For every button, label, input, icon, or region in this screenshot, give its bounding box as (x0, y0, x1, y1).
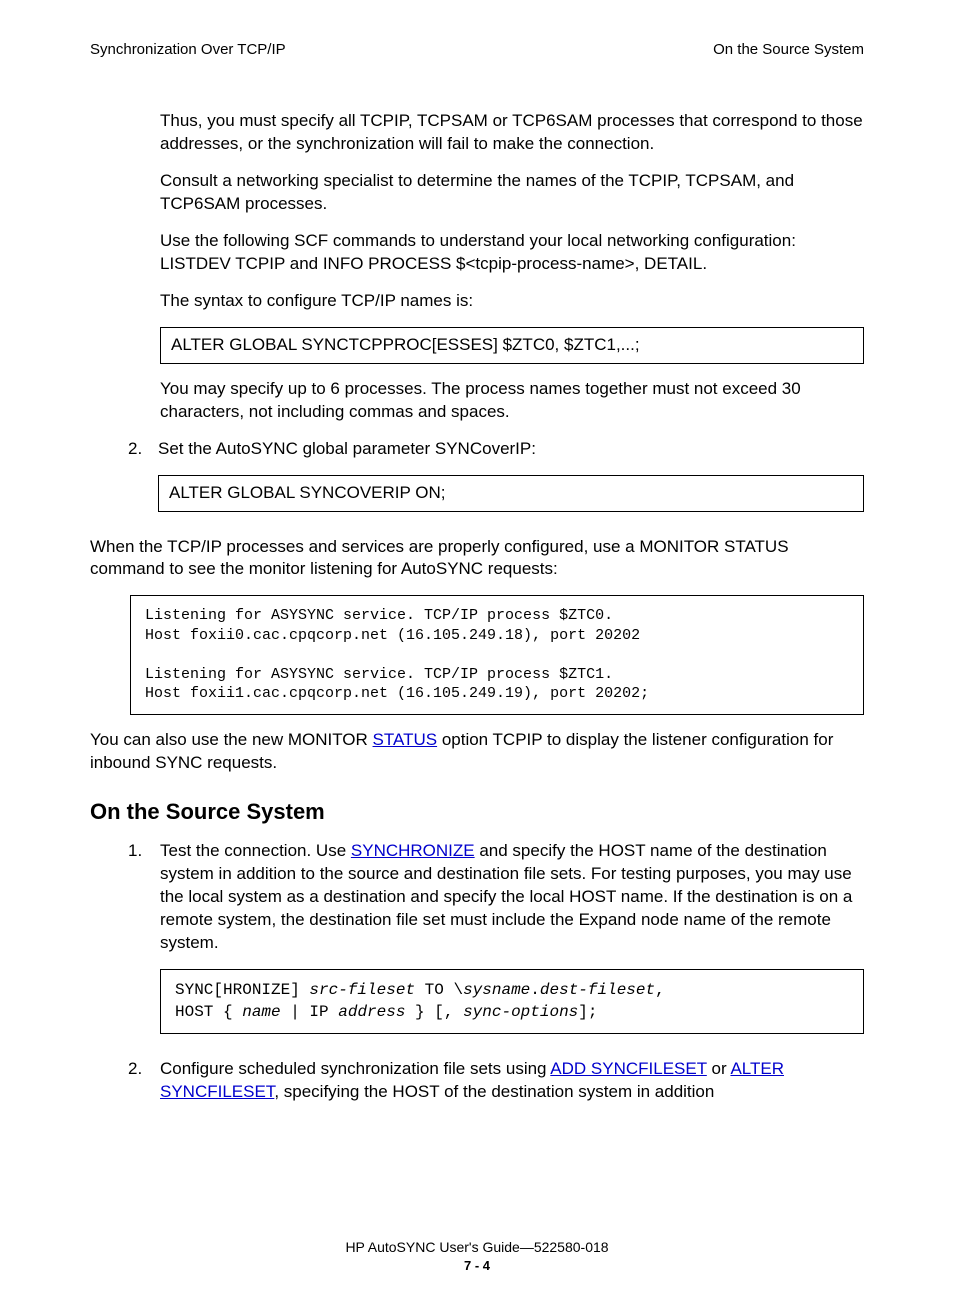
paragraph: Use the following SCF commands to unders… (160, 230, 864, 276)
section-heading: On the Source System (90, 797, 864, 827)
list-text: Test the connection. Use SYNCHRONIZE and… (160, 840, 864, 955)
footer-title: HP AutoSYNC User's Guide—522580-018 (90, 1238, 864, 1257)
syntax-box: SYNC[HRONIZE] src-fileset TO \sysname.de… (160, 969, 864, 1034)
list-item: 2. Set the AutoSYNC global parameter SYN… (128, 438, 864, 526)
list-text: Set the AutoSYNC global parameter SYNCov… (158, 438, 864, 461)
add-syncfileset-link[interactable]: ADD SYNCFILESET (550, 1059, 707, 1078)
syntax-box: ALTER GLOBAL SYNCOVERIP ON; (158, 475, 864, 512)
paragraph: Consult a networking specialist to deter… (160, 170, 864, 216)
page-footer: HP AutoSYNC User's Guide—522580-018 7 - … (90, 1238, 864, 1274)
paragraph: Thus, you must specify all TCPIP, TCPSAM… (160, 110, 864, 156)
list-text: Configure scheduled synchronization file… (160, 1058, 864, 1104)
text: Configure scheduled synchronization file… (160, 1059, 550, 1078)
footer-page-number: 7 - 4 (90, 1257, 864, 1275)
list-item: 2. Configure scheduled synchronization f… (160, 1058, 864, 1118)
paragraph: The syntax to configure TCP/IP names is: (160, 290, 864, 313)
output-box: Listening for ASYSYNC service. TCP/IP pr… (130, 595, 864, 715)
list-number: 2. (128, 438, 158, 526)
page-header: Synchronization Over TCP/IP On the Sourc… (90, 40, 864, 60)
text: , specifying the HOST of the destination… (274, 1082, 714, 1101)
paragraph: When the TCP/IP processes and services a… (90, 536, 864, 582)
text: or (707, 1059, 731, 1078)
syntax-box: ALTER GLOBAL SYNCTCPPROC[ESSES] $ZTC0, $… (160, 327, 864, 364)
status-link[interactable]: STATUS (373, 730, 438, 749)
list-number: 2. (128, 1058, 160, 1118)
text: Test the connection. Use (160, 841, 351, 860)
synchronize-link[interactable]: SYNCHRONIZE (351, 841, 475, 860)
paragraph: You may specify up to 6 processes. The p… (160, 378, 864, 424)
header-left: Synchronization Over TCP/IP (90, 40, 286, 60)
text: You can also use the new MONITOR (90, 730, 373, 749)
list-item: 1. Test the connection. Use SYNCHRONIZE … (160, 840, 864, 1048)
header-right: On the Source System (713, 40, 864, 60)
list-number: 1. (128, 840, 160, 1048)
paragraph: You can also use the new MONITOR STATUS … (90, 729, 864, 775)
